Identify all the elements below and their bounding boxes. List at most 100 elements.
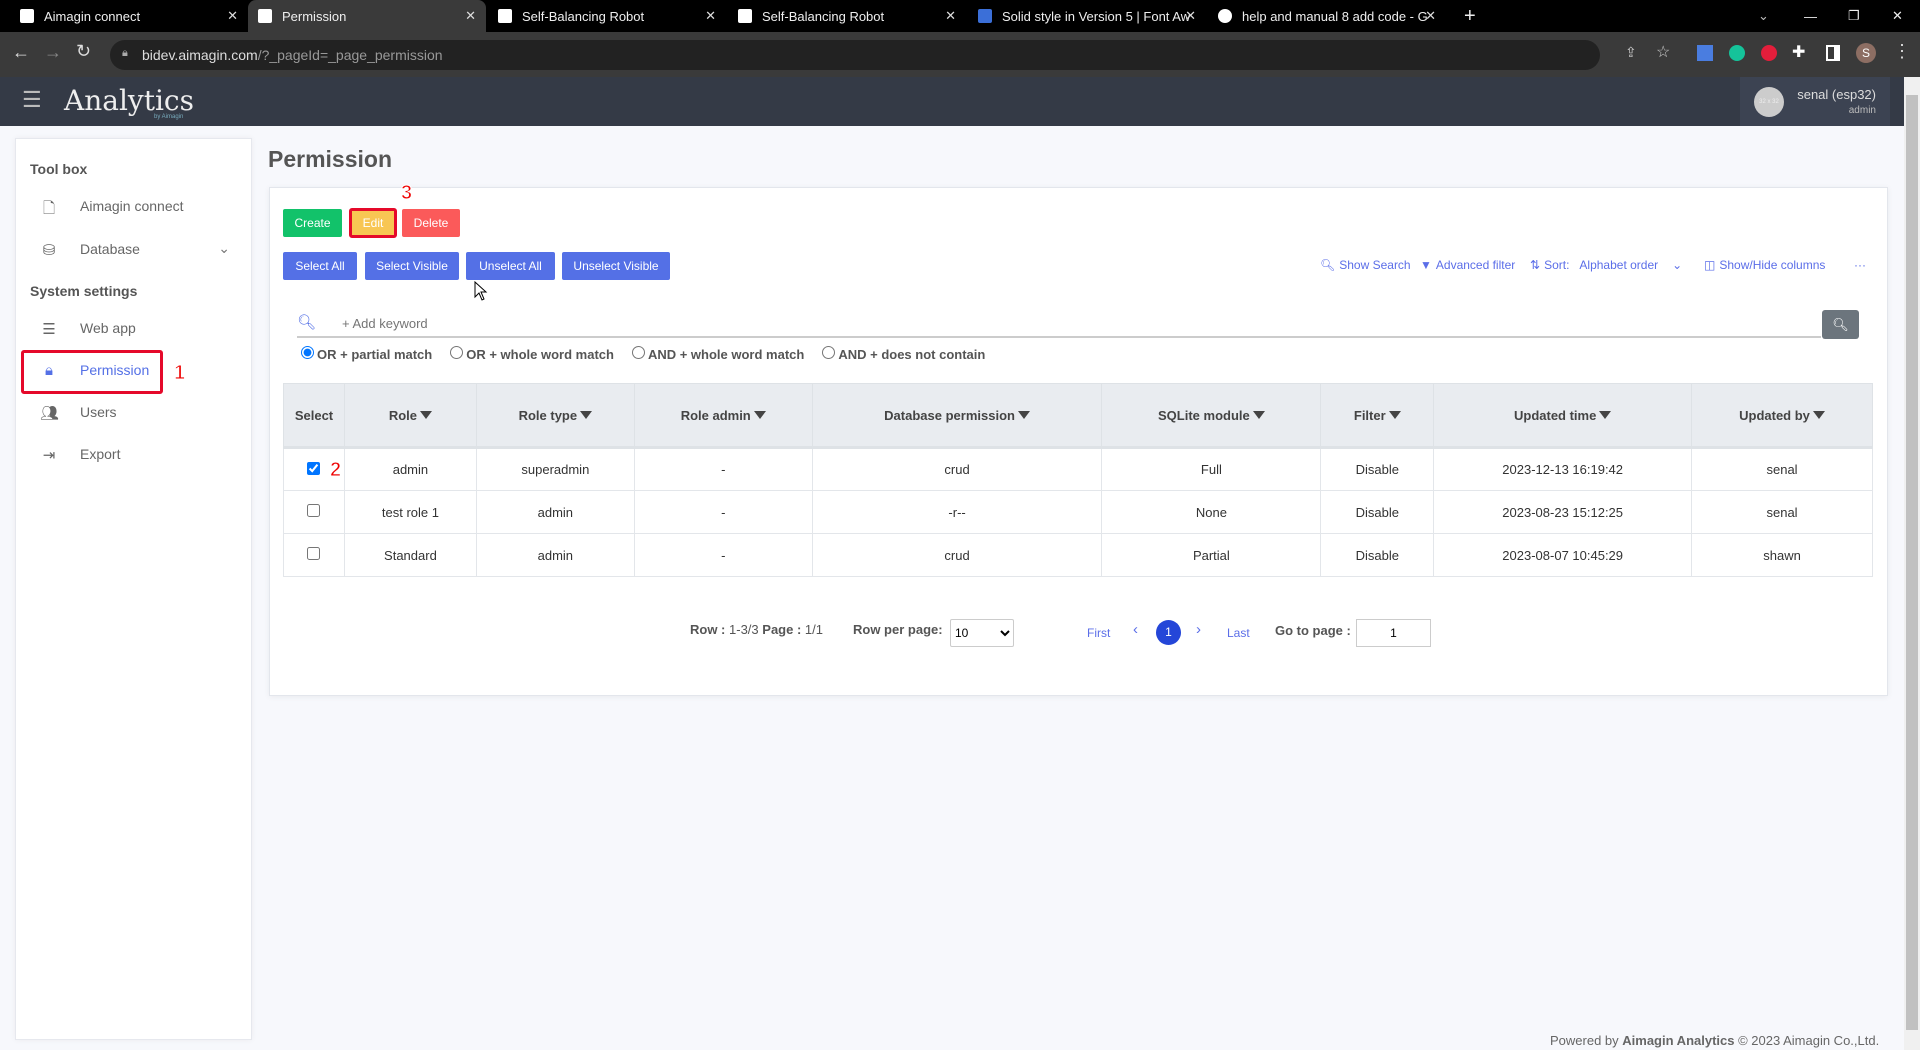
close-tab-icon[interactable]: ✕	[1425, 8, 1436, 24]
annotation-1: 1	[173, 362, 186, 385]
more-options-button[interactable]: ···	[1854, 258, 1866, 272]
radio-and-not-contain[interactable]: AND + does not contain	[822, 346, 985, 362]
app-logo-sub: by Aimagin	[154, 114, 184, 120]
minimize-button[interactable]: —	[1794, 0, 1827, 32]
unselect-all-button[interactable]: Unselect All	[466, 252, 555, 280]
column-header[interactable]: SQLite module	[1101, 383, 1322, 449]
row-checkbox[interactable]	[307, 504, 321, 517]
show-hide-columns-link[interactable]: ◫ Show/Hide columns	[1704, 258, 1825, 272]
profile-avatar[interactable]: S	[1856, 43, 1876, 63]
close-tab-icon[interactable]: ✕	[945, 8, 956, 24]
url-bar[interactable]: 🔒︎ bidev.aimagin.com/?_pageId=_page_permi…	[110, 40, 1600, 70]
column-header[interactable]: Updated by	[1691, 383, 1873, 449]
radio-input[interactable]	[301, 346, 314, 359]
browser-menu-icon[interactable]: ⋮	[1893, 41, 1911, 62]
scrollbar-thumb[interactable]	[1906, 95, 1918, 1030]
user-menu[interactable]: 32 x 32 senal (esp32) admin	[1740, 77, 1890, 126]
last-page-link[interactable]: Last	[1227, 626, 1250, 640]
sort-icon: ⇅	[1530, 258, 1541, 272]
radio-input[interactable]	[631, 346, 645, 359]
browser-tab[interactable]: help and manual 8 add code - G ✕	[1208, 0, 1446, 32]
filter-icon[interactable]	[1388, 410, 1401, 419]
search-submit-button[interactable]: 🔍︎	[1822, 310, 1859, 339]
table-cell: -	[633, 490, 813, 534]
filter-icon[interactable]	[1017, 410, 1030, 419]
favicon-icon	[498, 9, 512, 23]
radio-or-partial[interactable]: OR + partial match	[301, 346, 432, 362]
column-header[interactable]: Role type	[475, 383, 635, 449]
column-header[interactable]: Role	[343, 383, 477, 449]
side-panel-icon[interactable]	[1826, 45, 1840, 61]
sidebar-item-web-app[interactable]: ☰ Web app	[40, 320, 230, 338]
sidebar-item-database[interactable]: ⛁ Database ⌄	[40, 240, 230, 259]
edit-button[interactable]: Edit	[349, 208, 397, 238]
radio-input[interactable]	[450, 346, 464, 359]
favicon-icon	[738, 9, 752, 23]
close-tab-icon[interactable]: ✕	[227, 8, 238, 24]
go-to-page-input[interactable]	[1356, 619, 1431, 647]
browser-tab[interactable]: Aimagin connect ✕	[10, 0, 248, 32]
column-header[interactable]: Role admin	[633, 383, 813, 449]
table-row[interactable]: admin superadmin - crud Full Disable 2023-12-1…	[283, 447, 1873, 491]
row-checkbox[interactable]	[307, 461, 321, 475]
favicon-icon	[258, 9, 272, 23]
grammarly-icon[interactable]	[1729, 45, 1745, 61]
close-tab-icon[interactable]: ✕	[705, 8, 716, 24]
radio-or-whole[interactable]: OR + whole word match	[450, 346, 614, 362]
next-page-icon[interactable]: ›	[1196, 621, 1201, 638]
filter-icon[interactable]	[1252, 410, 1265, 419]
select-all-button[interactable]: Select All	[283, 252, 357, 280]
radio-input[interactable]	[822, 346, 836, 359]
share-icon[interactable]: ⇪	[1625, 44, 1637, 61]
app-header: ☰ Analytics by Aimagin 32 x 32 senal (es…	[0, 77, 1904, 126]
sidebar-item-export[interactable]: ⇥ Export	[40, 446, 230, 464]
show-search-link[interactable]: 🔍︎ Show Search	[1320, 258, 1411, 272]
back-icon[interactable]: ←	[12, 42, 30, 63]
filter-icon[interactable]	[1599, 410, 1612, 419]
table-row[interactable]: test role 1 admin - -r-- None Disable 2023-08-…	[283, 490, 1873, 534]
search-mode-radio-group: OR + partial match OR + whole word match…	[301, 346, 985, 362]
browser-tab[interactable]: Self-Balancing Robot ✕	[488, 0, 726, 32]
browser-tab-active[interactable]: Permission ✕	[248, 0, 486, 32]
reload-icon[interactable]: ↻	[76, 41, 91, 62]
bookmark-star-icon[interactable]: ☆	[1656, 42, 1670, 62]
table-row[interactable]: Standard admin - crud Partial Disable 2023-08-…	[283, 533, 1873, 577]
filter-icon[interactable]	[1812, 410, 1825, 419]
delete-button[interactable]: Delete	[402, 209, 460, 237]
sidebar-item-aimagin-connect[interactable]: 🗋︎ Aimagin connect	[40, 198, 230, 217]
extensions-icon[interactable]: ✚	[1792, 42, 1805, 62]
column-header[interactable]: Database permission	[811, 383, 1103, 449]
browser-tab[interactable]: Solid style in Version 5 | Font Aw ✕	[968, 0, 1206, 32]
select-visible-button[interactable]: Select Visible	[365, 252, 459, 280]
rows-per-page-select[interactable]: 10	[950, 619, 1014, 647]
unselect-visible-button[interactable]: Unselect Visible	[562, 252, 670, 280]
create-button[interactable]: Create	[283, 209, 342, 237]
browser-tab[interactable]: Self-Balancing Robot ✕	[728, 0, 966, 32]
close-window-button[interactable]: ✕	[1882, 0, 1913, 32]
restore-button[interactable]: ❐	[1838, 0, 1870, 32]
adblock-icon[interactable]	[1761, 45, 1777, 61]
prev-page-icon[interactable]: ‹	[1133, 621, 1138, 638]
filter-icon[interactable]	[420, 410, 433, 419]
hamburger-menu-icon[interactable]: ☰	[22, 87, 42, 113]
advanced-filter-link[interactable]: ▼ Advanced filter	[1420, 258, 1515, 272]
keyword-search-input[interactable]	[297, 310, 1821, 338]
filter-icon[interactable]	[753, 410, 766, 419]
table-cell: crud	[811, 447, 1103, 491]
close-tab-icon[interactable]: ✕	[1185, 8, 1196, 24]
app-logo[interactable]: Analytics	[64, 84, 194, 117]
column-header[interactable]: Filter	[1320, 383, 1435, 449]
filter-icon[interactable]	[580, 410, 593, 419]
radio-and-whole[interactable]: AND + whole word match	[631, 346, 804, 362]
tab-search-icon[interactable]: ⌄	[1748, 0, 1779, 32]
first-page-link[interactable]: First	[1087, 626, 1110, 640]
translate-extension-icon[interactable]	[1697, 45, 1713, 61]
sort-dropdown[interactable]: ⇅ Sort: Alphabet order ⌄	[1530, 258, 1682, 272]
page-1-button[interactable]: 1	[1156, 620, 1181, 645]
forward-icon[interactable]: →	[44, 42, 62, 63]
sidebar-item-users[interactable]: 👥︎ Users	[40, 404, 230, 422]
column-header[interactable]: Updated time	[1433, 383, 1693, 449]
new-tab-button[interactable]: +	[1454, 0, 1486, 32]
row-checkbox[interactable]	[307, 547, 321, 560]
close-tab-icon[interactable]: ✕	[465, 8, 476, 24]
